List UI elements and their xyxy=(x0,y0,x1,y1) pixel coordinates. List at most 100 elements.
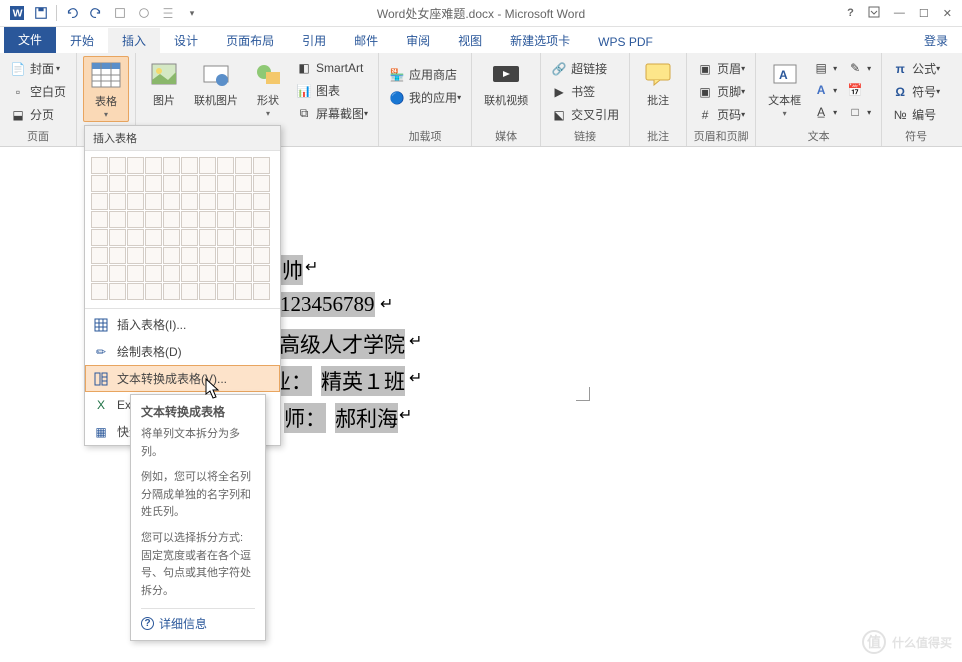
grid-cell[interactable] xyxy=(235,265,252,282)
text-5-button[interactable]: 📅 xyxy=(843,80,875,100)
grid-cell[interactable] xyxy=(181,283,198,300)
blank-page-button[interactable]: ▫空白页 xyxy=(6,81,70,102)
bookmark-button[interactable]: ▶书签 xyxy=(547,81,623,102)
text-3-button[interactable]: A̲▾ xyxy=(809,102,841,122)
picture-button[interactable]: 图片 xyxy=(142,56,186,110)
smartart-button[interactable]: ◧SmartArt xyxy=(292,58,372,78)
maximize-icon[interactable]: ☐ xyxy=(919,7,929,20)
online-video-button[interactable]: 联机视频 xyxy=(478,56,534,110)
grid-cell[interactable] xyxy=(91,211,108,228)
grid-cell[interactable] xyxy=(181,265,198,282)
grid-cell[interactable] xyxy=(199,265,216,282)
tab-file[interactable]: 文件 xyxy=(4,26,56,53)
grid-cell[interactable] xyxy=(253,247,270,264)
grid-cell[interactable] xyxy=(235,193,252,210)
grid-cell[interactable] xyxy=(199,229,216,246)
grid-cell[interactable] xyxy=(109,193,126,210)
grid-cell[interactable] xyxy=(145,157,162,174)
tab-home[interactable]: 开始 xyxy=(56,28,108,53)
grid-cell[interactable] xyxy=(181,175,198,192)
doc-line-4[interactable]: 精英１班 xyxy=(321,366,405,396)
grid-cell[interactable] xyxy=(181,193,198,210)
tab-mail[interactable]: 邮件 xyxy=(340,28,392,53)
tab-wps[interactable]: WPS PDF xyxy=(584,31,667,53)
grid-cell[interactable] xyxy=(217,283,234,300)
grid-cell[interactable] xyxy=(91,265,108,282)
chart-button[interactable]: 📊图表 xyxy=(292,80,372,101)
grid-cell[interactable] xyxy=(163,211,180,228)
grid-cell[interactable] xyxy=(127,211,144,228)
grid-cell[interactable] xyxy=(253,229,270,246)
help-icon[interactable]: ? xyxy=(847,7,854,19)
grid-cell[interactable] xyxy=(217,175,234,192)
grid-cell[interactable] xyxy=(199,157,216,174)
footer-button[interactable]: ▣页脚 ▾ xyxy=(693,81,749,102)
text-4-button[interactable]: ✎▾ xyxy=(843,58,875,78)
grid-cell[interactable] xyxy=(217,193,234,210)
grid-cell[interactable] xyxy=(217,157,234,174)
grid-cell[interactable] xyxy=(235,157,252,174)
tab-insert[interactable]: 插入 xyxy=(108,28,160,53)
grid-cell[interactable] xyxy=(253,265,270,282)
grid-cell[interactable] xyxy=(145,283,162,300)
grid-cell[interactable] xyxy=(91,247,108,264)
grid-cell[interactable] xyxy=(109,265,126,282)
grid-cell[interactable] xyxy=(145,265,162,282)
grid-cell[interactable] xyxy=(217,229,234,246)
grid-cell[interactable] xyxy=(109,283,126,300)
tab-review[interactable]: 审阅 xyxy=(392,28,444,53)
qat-5-icon[interactable] xyxy=(133,2,155,24)
grid-cell[interactable] xyxy=(235,175,252,192)
convert-text-to-table-menuitem[interactable]: 文本转换成表格(V)... xyxy=(85,365,280,392)
app-store-button[interactable]: 🏪应用商店 xyxy=(385,64,465,85)
grid-cell[interactable] xyxy=(181,229,198,246)
grid-cell[interactable] xyxy=(109,211,126,228)
grid-cell[interactable] xyxy=(253,211,270,228)
grid-cell[interactable] xyxy=(253,193,270,210)
tab-login[interactable]: 登录 xyxy=(910,28,962,53)
table-button[interactable]: 表格 ▾ xyxy=(83,56,129,122)
tab-newtab[interactable]: 新建选项卡 xyxy=(496,28,584,53)
number-button[interactable]: №编号 xyxy=(888,104,944,125)
text-6-button[interactable]: □▾ xyxy=(843,102,875,122)
grid-cell[interactable] xyxy=(199,175,216,192)
qat-customize-icon[interactable]: ▾ xyxy=(181,2,203,24)
save-icon[interactable] xyxy=(30,2,52,24)
grid-cell[interactable] xyxy=(91,157,108,174)
grid-cell[interactable] xyxy=(163,265,180,282)
grid-cell[interactable] xyxy=(253,283,270,300)
grid-cell[interactable] xyxy=(235,283,252,300)
tab-design[interactable]: 设计 xyxy=(160,28,212,53)
grid-cell[interactable] xyxy=(145,193,162,210)
grid-cell[interactable] xyxy=(163,247,180,264)
insert-table-menuitem[interactable]: 插入表格(I)... xyxy=(85,311,280,338)
comment-button[interactable]: 批注 xyxy=(636,56,680,110)
equation-button[interactable]: π公式 ▾ xyxy=(888,58,944,79)
doc-line-3[interactable]: 高级人才学院 xyxy=(279,329,405,359)
grid-cell[interactable] xyxy=(145,229,162,246)
grid-cell[interactable] xyxy=(109,229,126,246)
grid-cell[interactable] xyxy=(145,175,162,192)
grid-cell[interactable] xyxy=(253,175,270,192)
online-picture-button[interactable]: 联机图片 xyxy=(188,56,244,110)
text-2-button[interactable]: A▾ xyxy=(809,80,841,100)
grid-cell[interactable] xyxy=(199,283,216,300)
grid-cell[interactable] xyxy=(199,211,216,228)
my-apps-button[interactable]: 🔵我的应用 ▾ xyxy=(385,87,465,108)
grid-cell[interactable] xyxy=(109,157,126,174)
grid-cell[interactable] xyxy=(91,283,108,300)
header-button[interactable]: ▣页眉 ▾ xyxy=(693,58,749,79)
grid-cell[interactable] xyxy=(163,157,180,174)
grid-cell[interactable] xyxy=(199,193,216,210)
grid-cell[interactable] xyxy=(217,211,234,228)
doc-line-5[interactable]: 郝利海 xyxy=(335,403,398,433)
draw-table-menuitem[interactable]: ✏绘制表格(D) xyxy=(85,338,280,365)
grid-cell[interactable] xyxy=(181,157,198,174)
screenshot-button[interactable]: ⧉屏幕截图 ▾ xyxy=(292,103,372,124)
grid-cell[interactable] xyxy=(235,229,252,246)
shapes-button[interactable]: 形状▾ xyxy=(246,56,290,120)
doc-line-5-pre[interactable]: 师： xyxy=(284,403,326,433)
grid-cell[interactable] xyxy=(127,283,144,300)
grid-cell[interactable] xyxy=(91,229,108,246)
grid-cell[interactable] xyxy=(127,247,144,264)
